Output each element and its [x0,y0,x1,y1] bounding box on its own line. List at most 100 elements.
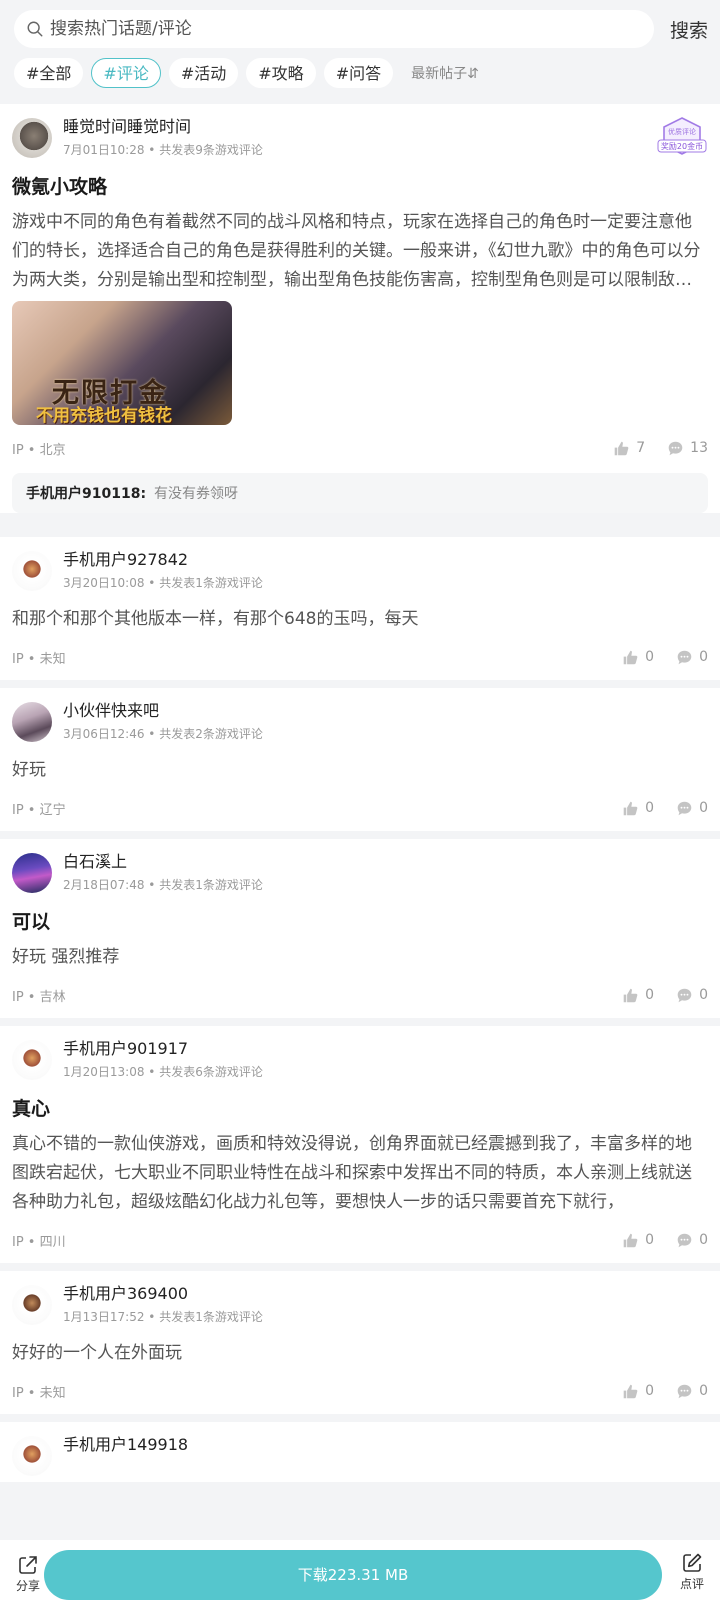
like-count: 0 [645,649,655,665]
like-button[interactable]: 0 [622,649,654,666]
like-button[interactable]: 0 [622,987,654,1004]
comment-count: 0 [699,1383,708,1399]
post-meta: 1月13日17:52 • 共发表1条游戏评论 [63,1310,263,1324]
avatar[interactable] [12,702,52,742]
like-count: 0 [645,1232,655,1248]
share-label: 分享 [15,1579,40,1593]
share-icon [19,1556,37,1574]
comment-button[interactable]: 0 [676,649,708,666]
comment-icon [677,1384,692,1398]
image-subcaption: 不用充钱也有钱花 [36,406,172,425]
post-footer: IP • 吉林 0 0 [12,972,708,1018]
comment-button[interactable]: 13 [667,440,708,457]
thumbs-up-icon [623,650,638,664]
reply-preview[interactable]: 手机用户910118: 有没有券领呀 [12,473,708,513]
comment-button[interactable]: 0 [676,1383,708,1400]
post-card[interactable]: 小伙伴快来吧 3月06日12:46 • 共发表2条游戏评论 好玩 IP • 辽宁… [0,688,720,831]
thumbs-up-icon [623,1384,638,1398]
badge-reward: 奖励20金币 [661,141,703,151]
ip-location: IP • 四川 [12,1234,66,1250]
like-button[interactable]: 0 [622,1383,654,1400]
comment-button[interactable]: 0 [676,987,708,1004]
search-input[interactable] [50,19,610,39]
post-author: 手机用户901917 1月20日13:08 • 共发表6条游戏评论 [12,1038,708,1086]
username[interactable]: 手机用户927842 [63,549,263,571]
ip-location: IP • 未知 [12,651,66,667]
avatar[interactable] [12,1436,52,1476]
post-meta: 1月20日13:08 • 共发表6条游戏评论 [63,1065,263,1079]
post-card[interactable]: 手机用户927842 3月20日10:08 • 共发表1条游戏评论 和那个和那个… [0,537,720,680]
thumbs-up-icon [623,1233,638,1247]
post-card[interactable]: 手机用户149918 [0,1422,720,1482]
review-button[interactable]: 点评 [678,1552,706,1592]
comment-button[interactable]: 0 [676,1232,708,1249]
post-author: 白石溪上 2月18日07:48 • 共发表1条游戏评论 [12,851,708,899]
tag-activity[interactable]: #活动 [168,58,239,88]
username[interactable]: 手机用户149918 [63,1434,188,1456]
comment-icon [668,441,683,455]
avatar[interactable] [12,853,52,893]
post-card[interactable]: 手机用户369400 1月13日17:52 • 共发表1条游戏评论 好好的一个人… [0,1271,720,1414]
badge-title: 优质评论 [668,127,696,136]
tag-review[interactable]: #评论 [91,58,161,88]
quality-badge-icon: 优质评论 奖励20金币 [657,117,707,155]
post-author: 手机用户369400 1月13日17:52 • 共发表1条游戏评论 [12,1283,708,1331]
avatar[interactable] [12,118,52,158]
post-author: 睡觉时间睡觉时间 7月01日10:28 • 共发表9条游戏评论 [12,116,708,164]
thumbs-up-icon [623,801,638,815]
post-card[interactable]: 白石溪上 2月18日07:48 • 共发表1条游戏评论 可以 好玩 强烈推荐 I… [0,839,720,1018]
tag-qa[interactable]: #问答 [323,58,394,88]
search-row: 搜索 [14,10,708,48]
post-title: 可以 [12,911,51,933]
avatar[interactable] [12,551,52,591]
header: 搜索 #全部 #评论 #活动 #攻略 #问答 最新帖子⇵ [0,0,720,104]
search-icon [27,21,43,37]
post-image[interactable]: 无限打金 不用充钱也有钱花 [12,301,232,425]
username[interactable]: 小伙伴快来吧 [63,700,263,722]
tag-guide[interactable]: #攻略 [246,58,316,88]
comment-button[interactable]: 0 [676,800,708,817]
like-button[interactable]: 7 [613,440,645,457]
comment-icon [677,650,692,664]
avatar[interactable] [12,1040,52,1080]
comment-count: 0 [699,649,708,665]
post-title: 真心 [12,1098,51,1120]
post-body: 游戏中不同的角色有着截然不同的战斗风格和特点，玩家在选择自己的角色时一定要注意他… [12,212,701,290]
comment-icon [677,801,692,815]
download-button[interactable]: 下载223.31 MB [44,1550,662,1600]
ip-location: IP • 吉林 [12,989,66,1005]
post-author: 手机用户927842 3月20日10:08 • 共发表1条游戏评论 [12,549,708,597]
thumbs-up-icon [614,441,629,455]
username[interactable]: 睡觉时间睡觉时间 [63,116,263,138]
post-footer: IP • 辽宁 0 0 [12,785,708,831]
post-body: 好好的一个人在外面玩 [12,1343,182,1363]
comment-icon [677,1233,692,1247]
sort-dropdown[interactable]: 最新帖子⇵ [411,63,479,83]
post-body: 和那个和那个其他版本一样，有那个648的玉吗，每天 [12,609,419,629]
username[interactable]: 手机用户369400 [63,1283,263,1305]
post-body: 好玩 强烈推荐 [12,947,120,967]
post-footer: IP • 北京 7 13 [12,425,708,471]
share-button[interactable]: 分享 [14,1554,42,1594]
username[interactable]: 手机用户901917 [63,1038,263,1060]
post-meta: 7月01日10:28 • 共发表9条游戏评论 [63,143,263,157]
search-box[interactable] [14,10,654,48]
post-footer: IP • 未知 0 0 [12,1368,708,1414]
ip-location: IP • 未知 [12,1385,66,1401]
topic-tags: #全部 #评论 #活动 #攻略 #问答 最新帖子⇵ [14,58,479,88]
post-card[interactable]: 手机用户901917 1月20日13:08 • 共发表6条游戏评论 真心 真心不… [0,1026,720,1263]
page: 搜索 #全部 #评论 #活动 #攻略 #问答 最新帖子⇵ 睡觉时间睡觉时间 7月… [0,0,720,1601]
like-count: 0 [645,800,655,816]
like-count: 0 [645,987,655,1003]
post-card[interactable]: 睡觉时间睡觉时间 7月01日10:28 • 共发表9条游戏评论 优质评论 奖励2… [0,104,720,513]
comment-count: 13 [690,440,708,456]
tag-all[interactable]: #全部 [14,58,84,88]
like-button[interactable]: 0 [622,800,654,817]
username[interactable]: 白石溪上 [63,851,263,873]
search-button[interactable]: 搜索 [654,16,708,43]
like-button[interactable]: 0 [622,1232,654,1249]
avatar[interactable] [12,1285,52,1325]
post-body: 真心不错的一款仙侠游戏，画质和特效没得说，创角界面就已经震撼到我了，丰富多样的地… [12,1134,692,1212]
edit-icon [683,1553,702,1572]
ip-location: IP • 北京 [12,442,66,458]
